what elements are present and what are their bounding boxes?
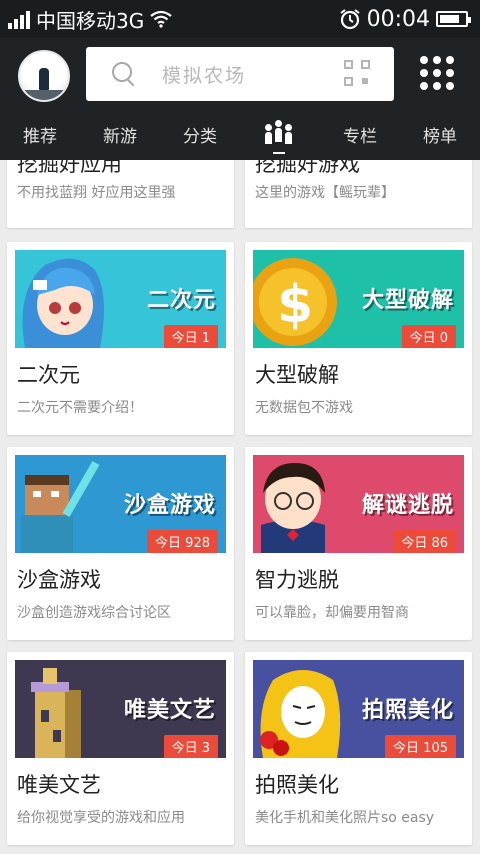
tab-columns[interactable]: 专栏 [343,122,377,147]
banner-text: 二次元 [146,288,216,313]
monument-tower-illustration [31,668,81,758]
today-count-badge: 今日 105 [385,735,456,758]
card-cracked-games[interactable]: $ 大型破解 今日 0 大型破解 无数据包不游戏 [245,242,472,435]
anime-girl-illustration [22,258,104,348]
status-bar: 中国移动3G 00:04 [0,0,480,38]
card-subtitle: 不用找蓝翔 好应用这里强 [17,185,176,201]
card-title: 挖掘好游戏 [255,160,360,176]
gold-coin-illustration: $ [253,258,337,346]
banner-text: 拍照美化 [361,698,454,723]
qr-scan-icon[interactable] [344,60,370,86]
tab-categories[interactable]: 分类 [183,122,217,147]
card-find-apps[interactable]: 挖掘好应用 不用找蓝翔 好应用这里强 [7,160,234,228]
card-title: 沙盒游戏 [17,568,101,592]
carrier-label: 中国移动3G [36,8,145,33]
card-subtitle: 沙盒创造游戏综合讨论区 [17,605,171,621]
card-title: 唯美文艺 [17,773,101,797]
today-count-badge: 今日 1 [163,325,218,348]
avatar[interactable] [18,50,70,102]
banner-text: 解谜逃脱 [361,493,454,518]
card-subtitle: 无数据包不游戏 [255,400,353,416]
banner-text: 沙盒游戏 [123,493,216,518]
people-icon[interactable] [265,120,293,146]
card-subtitle: 二次元不需要介绍！ [17,400,143,416]
card-banner: $ 大型破解 今日 0 [253,250,464,348]
banner-text: 唯美文艺 [123,698,216,723]
card-sandbox-games[interactable]: 沙盒游戏 今日 928 沙盒游戏 沙盒创造游戏综合讨论区 [7,447,234,640]
alarm-icon [339,9,360,30]
search-input[interactable]: 模拟农场 [86,47,394,101]
tab-new-games[interactable]: 新游 [103,122,137,147]
active-tab-indicator [273,152,285,154]
detective-illustration [261,463,325,553]
today-count-badge: 今日 86 [393,530,456,553]
card-grid: 挖掘好应用 不用找蓝翔 好应用这里强 挖掘好游戏 这里的游戏【鳐玩辈】 二次元 … [0,160,480,854]
search-placeholder: 模拟农场 [162,65,247,87]
battery-icon [436,11,471,27]
card-anime[interactable]: 二次元 今日 1 二次元 二次元不需要介绍！ [7,242,234,435]
app-header: 模拟农场 推荐 新游 分类 专栏 榜单 [0,38,480,160]
card-find-games[interactable]: 挖掘好游戏 这里的游戏【鳐玩辈】 [245,160,472,228]
banner-text: 大型破解 [361,288,454,313]
card-title: 拍照美化 [255,773,339,797]
card-subtitle: 美化手机和美化照片so easy [255,810,435,826]
tab-rankings[interactable]: 榜单 [423,122,457,147]
card-banner: 沙盒游戏 今日 928 [15,455,226,553]
card-banner: 二次元 今日 1 [15,250,226,348]
svg-text:$: $ [277,275,313,335]
wifi-icon [150,10,172,28]
card-puzzle-escape[interactable]: 解谜逃脱 今日 86 智力逃脱 可以靠脸，却偏要用智商 [245,447,472,640]
card-title: 大型破解 [255,363,339,387]
card-photo-beauty[interactable]: 拍照美化 今日 105 拍照美化 美化手机和美化照片so easy [245,652,472,845]
today-count-badge: 今日 3 [163,735,218,758]
card-banner: 唯美文艺 今日 3 [15,660,226,758]
today-count-badge: 今日 928 [147,530,218,553]
card-subtitle: 这里的游戏【鳐玩辈】 [255,185,395,201]
card-banner: 解谜逃脱 今日 86 [253,455,464,553]
search-icon [112,62,132,82]
card-subtitle: 给你视觉享受的游戏和应用 [17,810,185,826]
card-subtitle: 可以靠脸，却偏要用智商 [255,605,409,621]
today-count-badge: 今日 0 [401,325,456,348]
grid-menu-icon[interactable] [420,56,454,90]
card-title: 挖掘好应用 [17,160,122,176]
signal-icon [8,9,30,29]
card-title: 二次元 [17,363,80,387]
tab-bar: 推荐 新游 分类 专栏 榜单 [0,114,480,154]
clock: 00:04 [366,6,430,32]
card-aesthetic-art[interactable]: 唯美文艺 今日 3 唯美文艺 给你视觉享受的游戏和应用 [7,652,234,845]
card-banner: 拍照美化 今日 105 [253,660,464,758]
meme-face-illustration [260,670,341,758]
tab-recommend[interactable]: 推荐 [23,122,57,147]
blocky-character-illustration [21,461,100,553]
card-title: 智力逃脱 [255,568,339,592]
